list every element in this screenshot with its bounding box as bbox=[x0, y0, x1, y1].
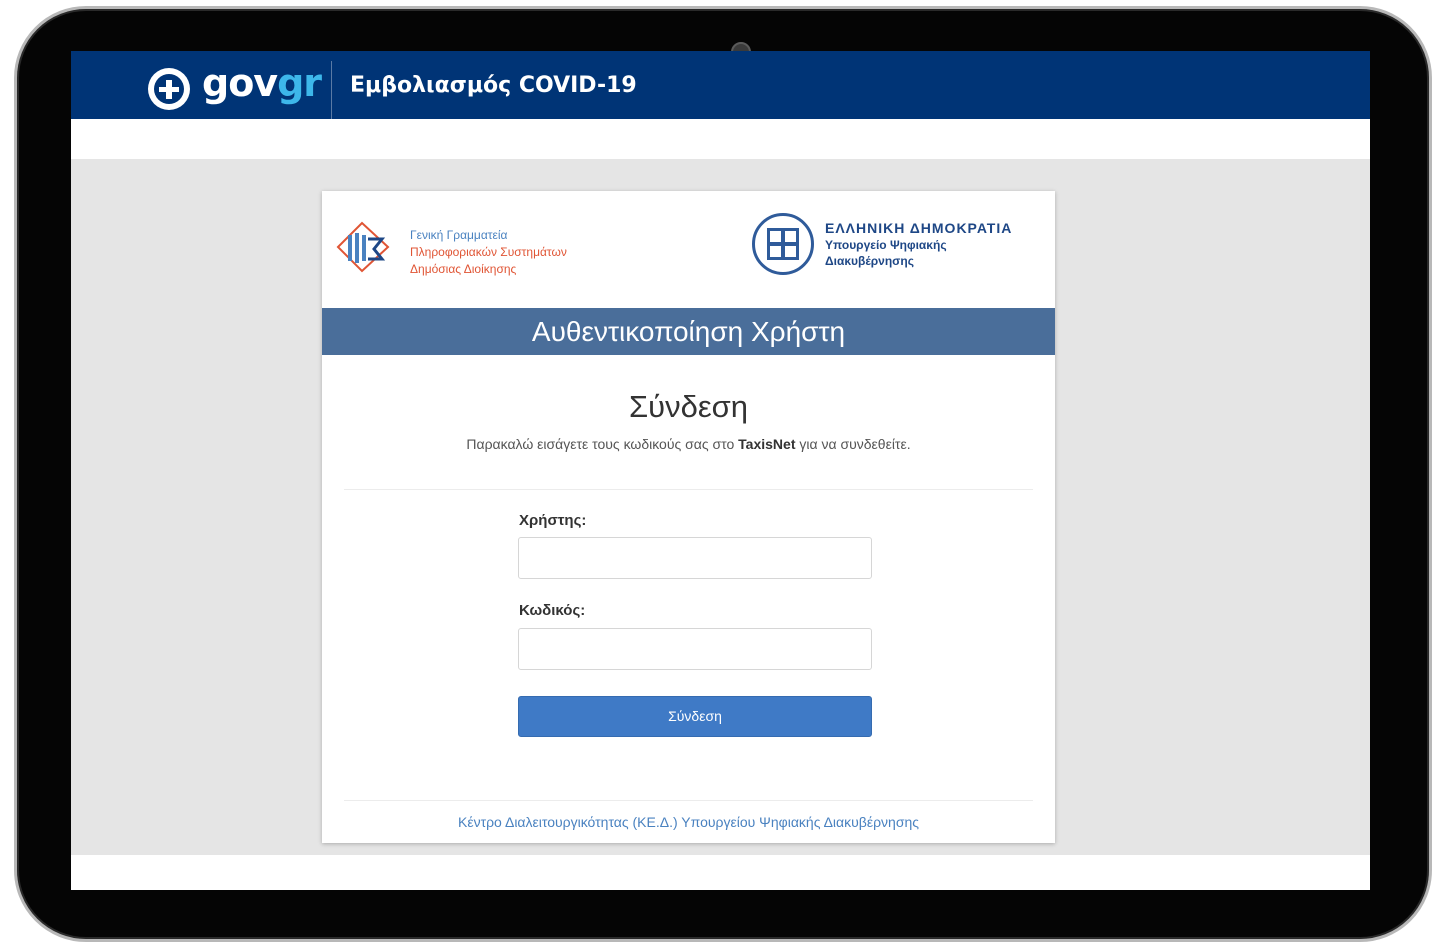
republic-line-3: Διακυβέρνησης bbox=[825, 254, 914, 268]
footer-link[interactable]: Κέντρο Διαλειτουργικότητας (ΚΕ.Δ.) Υπουρ… bbox=[322, 813, 1055, 831]
gsis-logo-icon bbox=[336, 221, 390, 273]
password-input[interactable] bbox=[518, 628, 872, 670]
password-label: Κωδικός: bbox=[519, 602, 586, 619]
login-subtitle: Παρακαλώ εισάγετε τους κωδικούς σας στο … bbox=[466, 436, 911, 452]
auth-title-bar: Αυθεντικοποίηση Χρήστη bbox=[322, 308, 1055, 355]
greek-seal-icon bbox=[148, 68, 190, 110]
gov-header: govgr Εμβολιασμός COVID-19 bbox=[71, 51, 1370, 119]
republic-line-2: Υπουργείο Ψηφιακής bbox=[825, 238, 947, 252]
login-title: Σύνδεση bbox=[628, 389, 749, 424]
hellenic-republic-seal-icon bbox=[752, 213, 814, 275]
footer-divider bbox=[344, 800, 1033, 801]
header-divider bbox=[331, 61, 332, 119]
login-card: Γενική Γραμματεία Πληροφοριακών Συστημάτ… bbox=[322, 191, 1055, 843]
gsis-text: Γενική Γραμματεία Πληροφοριακών Συστημάτ… bbox=[410, 227, 567, 278]
republic-line-1: ΕΛΛΗΝΙΚΗ ΔΗΜΟΚΡΑΤΙΑ bbox=[825, 220, 1013, 236]
gsis-line-3: Δημόσιας Διοίκησης bbox=[410, 262, 517, 276]
divider bbox=[344, 489, 1033, 490]
page-title: Εμβολιασμός COVID-19 bbox=[350, 73, 637, 98]
screen: govgr Εμβολιασμός COVID-19 Γενική Γραμμα… bbox=[71, 51, 1370, 890]
gsis-line-1: Γενική Γραμματεία bbox=[410, 228, 508, 242]
ministry-text: ΕΛΛΗΝΙΚΗ ΔΗΜΟΚΡΑΤΙΑ Υπουργείο Ψηφιακής Δ… bbox=[825, 219, 1012, 269]
username-input[interactable] bbox=[518, 537, 872, 579]
govgr-logo[interactable]: govgr bbox=[202, 61, 322, 105]
gsis-line-2: Πληροφοριακών Συστημάτων bbox=[410, 245, 567, 259]
username-label: Χρήστης: bbox=[519, 512, 587, 529]
login-button[interactable]: Σύνδεση bbox=[518, 696, 872, 737]
